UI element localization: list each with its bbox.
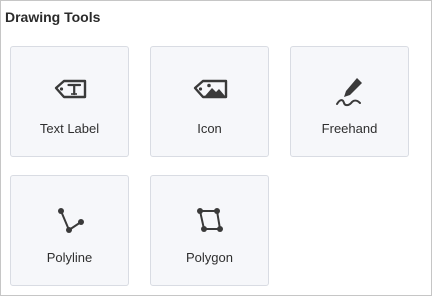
panel-title: Drawing Tools xyxy=(5,9,101,25)
text-label-tool-label: Text Label xyxy=(39,121,100,136)
drawing-tools-panel: Drawing Tools Text Label Icon Freehand P… xyxy=(0,0,432,296)
pen-squiggle-icon xyxy=(330,75,370,109)
polygon-tool-label: Polygon xyxy=(186,250,233,265)
text-label-tool-button[interactable]: Text Label xyxy=(10,46,129,157)
freehand-tool-button[interactable]: Freehand xyxy=(290,46,409,157)
polygon-icon xyxy=(190,204,230,238)
icon-tool-label: Icon xyxy=(197,121,222,136)
polyline-tool-button[interactable]: Polyline xyxy=(10,175,129,286)
polyline-icon xyxy=(50,204,90,238)
icon-tool-button[interactable]: Icon xyxy=(150,46,269,157)
polyline-tool-label: Polyline xyxy=(46,250,93,265)
image-tag-icon xyxy=(190,75,230,109)
polygon-tool-button[interactable]: Polygon xyxy=(150,175,269,286)
text-tag-icon xyxy=(50,75,90,109)
freehand-tool-label: Freehand xyxy=(321,121,378,136)
